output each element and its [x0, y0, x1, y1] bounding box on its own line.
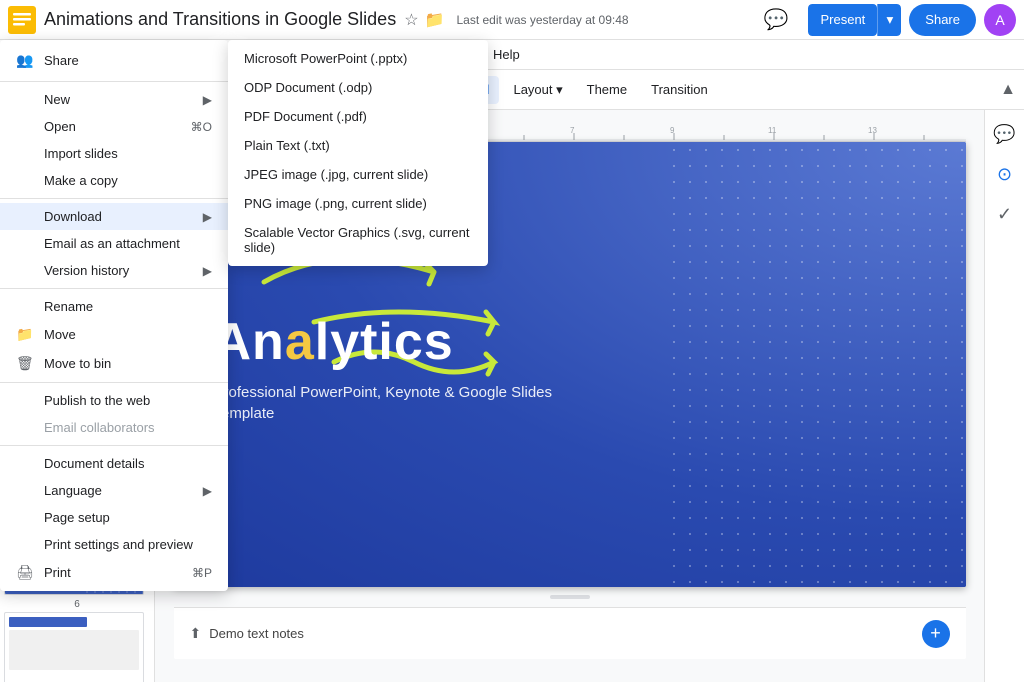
share-icon: 👥: [16, 52, 36, 69]
menu-move[interactable]: 📁 Move: [0, 320, 228, 349]
divider-5: [0, 445, 228, 446]
slide-preview-6[interactable]: [4, 612, 144, 682]
download-odp[interactable]: ODP Document (.odp): [228, 73, 488, 102]
svg-text:7: 7: [570, 126, 575, 135]
download-svg[interactable]: Scalable Vector Graphics (.svg, current …: [228, 218, 488, 262]
jpg-label: JPEG image (.jpg, current slide): [244, 167, 428, 182]
menu-email-collab: Email collaborators: [0, 414, 228, 441]
notes-text: Demo text notes: [209, 626, 304, 641]
png-label: PNG image (.png, current slide): [244, 196, 427, 211]
slide-thumb-6[interactable]: 6: [4, 599, 150, 682]
transition-button[interactable]: Transition: [641, 76, 718, 104]
divider-2: [0, 198, 228, 199]
pdf-label: PDF Document (.pdf): [244, 109, 367, 124]
download-submenu: Microsoft PowerPoint (.pptx) ODP Documen…: [228, 40, 488, 266]
download-pptx[interactable]: Microsoft PowerPoint (.pptx): [228, 44, 488, 73]
title-icons: ☆ 📁: [404, 10, 444, 30]
download-jpg[interactable]: JPEG image (.jpg, current slide): [228, 160, 488, 189]
menu-import[interactable]: Import slides: [0, 140, 228, 167]
comment-icon: 💬: [764, 7, 789, 32]
toolbar-right: ▲: [1000, 81, 1016, 99]
app-logo: [8, 6, 36, 34]
sidebar-explore-button[interactable]: ⊙: [989, 158, 1021, 190]
open-shortcut: ⌘O: [191, 120, 212, 134]
version-arrow: ▶: [203, 264, 212, 278]
notes-area: ⬆ Demo text notes +: [174, 607, 966, 659]
scroll-indicator-area: [550, 595, 590, 599]
sidebar-spellcheck-button[interactable]: ✓: [989, 198, 1021, 230]
svg-text:13: 13: [868, 126, 877, 135]
menu-publish[interactable]: Publish to the web: [0, 387, 228, 414]
pptx-label: Microsoft PowerPoint (.pptx): [244, 51, 407, 66]
slide-subtitle: Professional PowerPoint, Keynote & Googl…: [214, 382, 574, 517]
download-png[interactable]: PNG image (.png, current slide): [228, 189, 488, 218]
print-menu-icon: 🖨: [16, 564, 36, 581]
menu-version-history[interactable]: Version history ▶: [0, 257, 228, 284]
notes-expand-icon[interactable]: ⬆: [190, 625, 202, 642]
txt-label: Plain Text (.txt): [244, 138, 330, 153]
present-button[interactable]: Present: [808, 4, 877, 36]
divider-1: [0, 81, 228, 82]
star-icon[interactable]: ☆: [404, 10, 418, 30]
menu-share[interactable]: 👥 Share: [0, 46, 228, 75]
svg-label: Scalable Vector Graphics (.svg, current …: [244, 225, 472, 255]
print-shortcut: ⌘P: [192, 566, 212, 580]
bin-icon: 🗑: [16, 355, 36, 372]
dot-pattern-decoration: [666, 142, 966, 587]
comment-button[interactable]: 💬: [752, 4, 801, 36]
download-pdf[interactable]: PDF Document (.pdf): [228, 102, 488, 131]
avatar[interactable]: A: [984, 4, 1016, 36]
layout-button[interactable]: Layout ▾: [503, 76, 572, 104]
menu-doc-details[interactable]: Document details: [0, 450, 228, 477]
menu-print[interactable]: 🖨 Print ⌘P: [0, 558, 228, 587]
menu-rename[interactable]: Rename: [0, 293, 228, 320]
sidebar-chat-button[interactable]: 💬: [989, 118, 1021, 150]
menu-download[interactable]: Download ▶: [0, 203, 228, 230]
download-arrow: ▶: [203, 210, 212, 224]
menu-print-settings[interactable]: Print settings and preview: [0, 531, 228, 558]
add-button[interactable]: +: [922, 620, 950, 648]
menu-email-attachment[interactable]: Email as an attachment: [0, 230, 228, 257]
present-dropdown-button[interactable]: ▾: [877, 4, 901, 36]
title-right: 💬 Present ▾ Share A: [752, 4, 1016, 36]
collapse-toolbar-button[interactable]: ▲: [1000, 81, 1016, 99]
svg-text:11: 11: [768, 126, 777, 135]
share-button[interactable]: Share: [909, 4, 976, 36]
slide-number-6: 6: [4, 599, 150, 610]
scroll-indicator: [550, 595, 590, 599]
divider-3: [0, 288, 228, 289]
folder-move-icon: 📁: [16, 326, 36, 343]
odp-label: ODP Document (.odp): [244, 80, 372, 95]
menu-language[interactable]: Language ▶: [0, 477, 228, 504]
title-bar: Animations and Transitions in Google Sli…: [0, 0, 1024, 40]
svg-text:9: 9: [670, 126, 675, 135]
menu-open[interactable]: Open ⌘O: [0, 113, 228, 140]
menu-section-1: 👥 Share: [0, 44, 228, 77]
language-arrow: ▶: [203, 484, 212, 498]
menu-page-setup[interactable]: Page setup: [0, 504, 228, 531]
doc-title: Animations and Transitions in Google Sli…: [44, 9, 396, 30]
new-arrow: ▶: [203, 93, 212, 107]
theme-button[interactable]: Theme: [577, 76, 637, 104]
file-menu-dropdown: 👥 Share New ▶ Open ⌘O Import slides Make…: [0, 40, 228, 591]
menu-item-help[interactable]: Help: [483, 43, 530, 66]
menu-move-bin[interactable]: 🗑 Move to bin: [0, 349, 228, 378]
menu-new[interactable]: New ▶: [0, 86, 228, 113]
folder-icon[interactable]: 📁: [425, 10, 445, 30]
right-sidebar: 💬 ⊙ ✓: [984, 110, 1024, 682]
divider-4: [0, 382, 228, 383]
download-txt[interactable]: Plain Text (.txt): [228, 131, 488, 160]
menu-copy[interactable]: Make a copy: [0, 167, 228, 194]
last-edit: Last edit was yesterday at 09:48: [456, 13, 628, 27]
